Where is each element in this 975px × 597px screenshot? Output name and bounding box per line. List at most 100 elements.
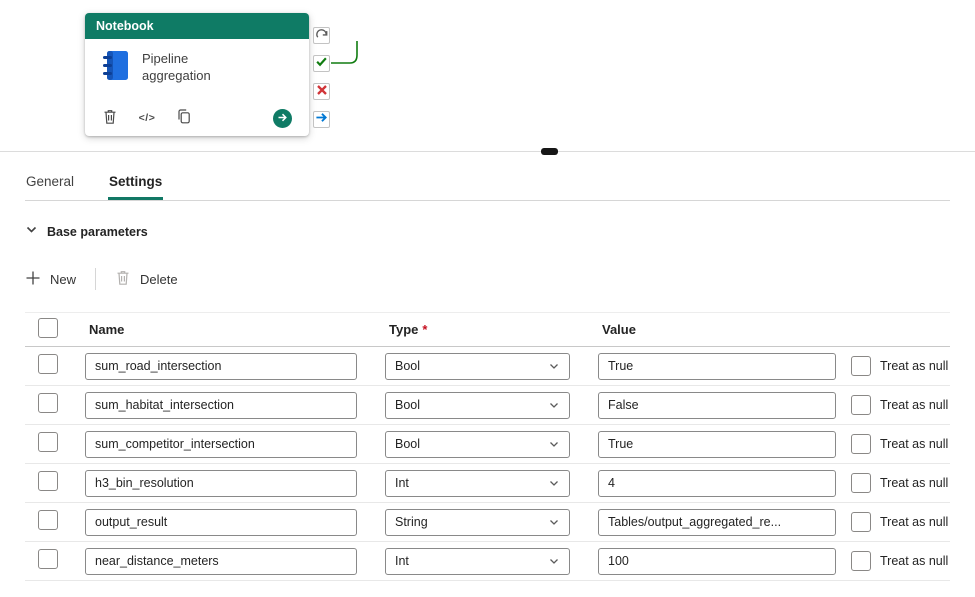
completion-arrow-icon <box>315 111 328 129</box>
value-input[interactable] <box>598 391 836 419</box>
treat-as-null-checkbox[interactable] <box>851 551 871 571</box>
activity-type-label: Notebook <box>96 19 154 33</box>
code-icon: </> <box>138 112 156 124</box>
name-input[interactable] <box>85 391 357 419</box>
panel-resize-handle[interactable] <box>541 148 558 155</box>
type-select-value: Bool <box>395 437 421 451</box>
success-check-icon <box>315 55 328 73</box>
section-title: Base parameters <box>47 225 148 239</box>
trash-icon <box>115 269 131 289</box>
row-checkbox[interactable] <box>38 353 58 374</box>
port-on-skip[interactable] <box>313 27 330 44</box>
type-select[interactable]: Int <box>385 469 570 497</box>
tab-general[interactable]: General <box>25 168 75 200</box>
table-row: String Treat as null <box>25 503 950 542</box>
treat-as-null-checkbox[interactable] <box>851 395 871 415</box>
value-input[interactable] <box>598 508 836 536</box>
column-header-value: Value <box>602 322 636 337</box>
parameters-table: Name Type* Value Bool Treat as null <box>25 312 950 581</box>
chevron-down-icon <box>548 438 560 450</box>
copy-button[interactable] <box>174 108 194 128</box>
column-header-name: Name <box>89 322 125 337</box>
command-bar: New Delete <box>25 264 950 294</box>
navigate-button[interactable] <box>273 108 292 128</box>
treat-as-null-label: Treat as null <box>880 554 949 568</box>
row-checkbox[interactable] <box>38 470 58 491</box>
type-select-value: Int <box>395 476 409 490</box>
treat-as-null-label: Treat as null <box>880 398 949 412</box>
value-input[interactable] <box>598 352 836 380</box>
code-button[interactable]: </> <box>137 108 157 128</box>
activity-toolbar: </> <box>85 108 309 128</box>
value-input[interactable] <box>598 547 836 575</box>
row-checkbox[interactable] <box>38 509 58 530</box>
treat-as-null-checkbox[interactable] <box>851 356 871 376</box>
row-checkbox[interactable] <box>38 392 58 413</box>
treat-as-null-label: Treat as null <box>880 476 949 490</box>
new-button[interactable]: New <box>25 270 76 289</box>
notebook-icon <box>102 50 129 86</box>
activity-ports <box>313 27 330 128</box>
settings-panel: General Settings Base parameters New Del… <box>0 168 975 581</box>
column-header-type: Type <box>389 322 419 337</box>
table-row: Int Treat as null <box>25 464 950 503</box>
delete-button-label: Delete <box>140 271 178 287</box>
type-select[interactable]: Bool <box>385 391 570 419</box>
name-input[interactable] <box>85 547 357 575</box>
trash-icon <box>102 108 118 128</box>
skip-arrow-icon <box>315 27 328 45</box>
row-checkbox[interactable] <box>38 431 58 452</box>
notebook-activity-card[interactable]: Notebook Pipeline aggregation </> <box>85 13 309 136</box>
copy-icon <box>176 108 192 128</box>
table-row: Bool Treat as null <box>25 386 950 425</box>
type-select-value: String <box>395 515 428 529</box>
required-asterisk: * <box>422 322 428 337</box>
fail-x-icon <box>316 83 328 101</box>
port-on-fail[interactable] <box>313 83 330 100</box>
base-parameters-section-header[interactable]: Base parameters <box>25 223 950 241</box>
chevron-down-icon <box>548 399 560 411</box>
type-select[interactable]: Int <box>385 547 570 575</box>
delete-button[interactable]: Delete <box>115 269 178 289</box>
tab-settings[interactable]: Settings <box>108 168 164 200</box>
treat-as-null-label: Treat as null <box>880 515 949 529</box>
activity-card-body: Pipeline aggregation <box>85 39 309 86</box>
value-input[interactable] <box>598 430 836 458</box>
treat-as-null-checkbox[interactable] <box>851 512 871 532</box>
type-select[interactable]: Bool <box>385 430 570 458</box>
port-on-success[interactable] <box>313 55 330 72</box>
name-input[interactable] <box>85 469 357 497</box>
port-on-completion[interactable] <box>313 111 330 128</box>
treat-as-null-label: Treat as null <box>880 359 949 373</box>
chevron-down-icon <box>548 477 560 489</box>
command-divider <box>95 268 97 290</box>
delete-activity-button[interactable] <box>100 108 120 128</box>
type-select-value: Bool <box>395 359 421 373</box>
treat-as-null-checkbox[interactable] <box>851 473 871 493</box>
type-select[interactable]: String <box>385 508 570 536</box>
chevron-down-icon <box>548 516 560 528</box>
plus-icon <box>25 270 41 289</box>
name-input[interactable] <box>85 352 357 380</box>
table-row: Bool Treat as null <box>25 425 950 464</box>
chevron-down-icon <box>25 223 38 241</box>
tab-bar: General Settings <box>25 168 950 201</box>
select-all-checkbox[interactable] <box>38 318 58 338</box>
name-input[interactable] <box>85 508 357 536</box>
new-button-label: New <box>50 271 77 287</box>
pipeline-canvas: Notebook Pipeline aggregation </> <box>0 0 975 155</box>
row-checkbox[interactable] <box>38 548 58 569</box>
value-input[interactable] <box>598 469 836 497</box>
treat-as-null-checkbox[interactable] <box>851 434 871 454</box>
table-row: Int Treat as null <box>25 542 950 581</box>
type-select-value: Int <box>395 554 409 568</box>
activity-name-label: Pipeline aggregation <box>142 51 211 83</box>
name-input[interactable] <box>85 430 357 458</box>
activity-card-header: Notebook <box>85 13 309 39</box>
chevron-down-icon <box>548 555 560 567</box>
table-row: Bool Treat as null <box>25 347 950 386</box>
type-select-value: Bool <box>395 398 421 412</box>
type-select[interactable]: Bool <box>385 352 570 380</box>
chevron-down-icon <box>548 360 560 372</box>
table-header-row: Name Type * Value <box>25 313 950 347</box>
